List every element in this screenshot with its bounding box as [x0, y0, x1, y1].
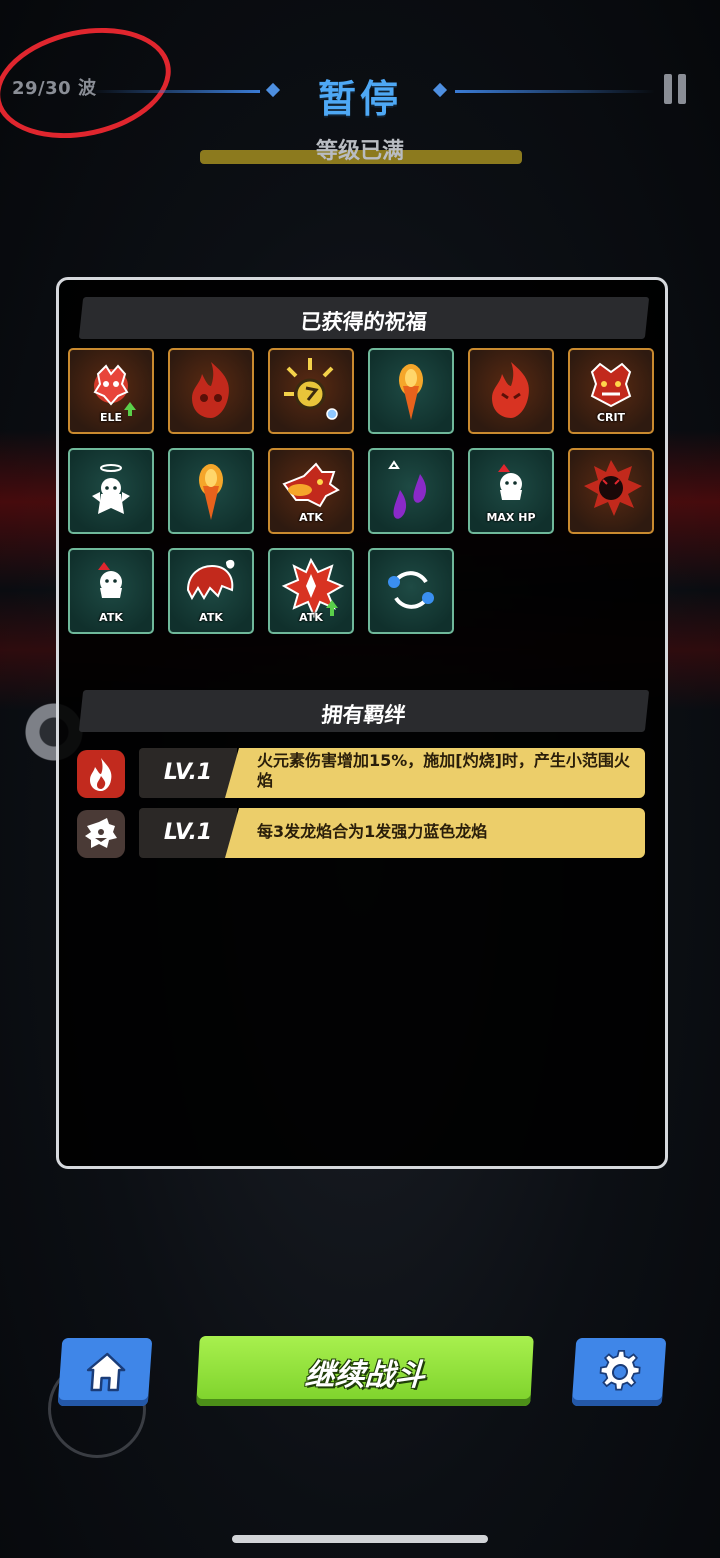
blessing-tile[interactable]	[568, 448, 654, 534]
settings-button[interactable]	[571, 1338, 667, 1406]
home-icon	[86, 1352, 126, 1392]
purple-flames-icon	[388, 460, 427, 519]
blessing-tile[interactable]: ATK	[68, 548, 154, 634]
bond-row[interactable]: LV.1 每3发龙焰合为1发强力蓝色龙焰	[77, 808, 647, 860]
blessing-tile[interactable]	[368, 548, 454, 634]
fire-demon-icon	[492, 362, 529, 418]
page-title: 暂停	[317, 77, 402, 121]
continue-battle-button[interactable]: 继续战斗	[196, 1336, 534, 1406]
blessing-tile[interactable]: MAX HP	[468, 448, 554, 534]
blessing-tile-label: ELE	[99, 411, 123, 424]
blessing-tile[interactable]	[168, 348, 254, 434]
bonds-header: 拥有羁绊	[78, 690, 650, 732]
gear-icon	[599, 1350, 641, 1391]
bond-level: LV.1	[139, 808, 237, 858]
level-status: 等级已满	[315, 139, 404, 164]
home-button[interactable]	[57, 1338, 153, 1406]
fire-element-icon	[77, 750, 125, 798]
bond-row[interactable]: LV.1 火元素伤害增加15%，施加[灼烧]时，产生小范围火焰	[77, 748, 647, 800]
pause-panel: 已获得的祝福 ELE CRIT ATK MAX HP ATK ATK ATK 拥有羁绊 LV…	[56, 277, 668, 1169]
blessing-tile[interactable]	[268, 348, 354, 434]
angel-ghost-icon	[92, 464, 130, 514]
blessing-tile[interactable]: ATK	[268, 548, 354, 634]
blessing-tile[interactable]: ATK	[268, 448, 354, 534]
pause-icon-bar	[678, 74, 686, 104]
dragon-head-icon	[77, 810, 125, 858]
home-indicator[interactable]	[232, 1535, 488, 1543]
title-line-right	[455, 90, 655, 93]
continue-battle-label: 继续战斗	[303, 1358, 426, 1393]
devil-burst-icon	[584, 460, 642, 516]
blessing-tile[interactable]: ELE	[68, 348, 154, 434]
blessing-tile-label: ATK	[299, 511, 323, 524]
fireball-icon	[399, 364, 423, 420]
blessings-header: 已获得的祝福	[78, 297, 650, 339]
blessing-tile[interactable]: CRIT	[568, 348, 654, 434]
blessing-tile[interactable]	[368, 448, 454, 534]
pause-button[interactable]	[664, 74, 692, 104]
ice-orbit-icon	[388, 571, 434, 609]
blessing-tile[interactable]	[168, 448, 254, 534]
lightning-orb-icon	[284, 358, 338, 420]
bond-description: 每3发龙焰合为1发强力蓝色龙焰	[225, 808, 645, 858]
fireball-icon	[199, 464, 223, 520]
blessing-tile-label: ATK	[299, 611, 323, 624]
blessings-title: 已获得的祝福	[299, 310, 428, 334]
blessing-tile[interactable]	[468, 348, 554, 434]
blessing-tile-label: ATK	[99, 611, 123, 624]
bonds-title: 拥有羁绊	[320, 703, 407, 727]
fire-skull-icon	[192, 362, 229, 418]
pause-icon	[664, 74, 672, 104]
blessing-tile[interactable]	[68, 448, 154, 534]
blessing-tile-label: CRIT	[596, 411, 626, 424]
blessing-tile-label: MAX HP	[486, 511, 536, 524]
blessing-tile[interactable]	[368, 348, 454, 434]
bond-description: 火元素伤害增加15%，施加[灼烧]时，产生小范围火焰	[225, 748, 645, 798]
top-bar: 29/30 波 暂停	[0, 12, 720, 154]
blessing-tile[interactable]: ATK	[168, 548, 254, 634]
blessing-tile-label: ATK	[199, 611, 223, 624]
bond-level: LV.1	[139, 748, 237, 798]
